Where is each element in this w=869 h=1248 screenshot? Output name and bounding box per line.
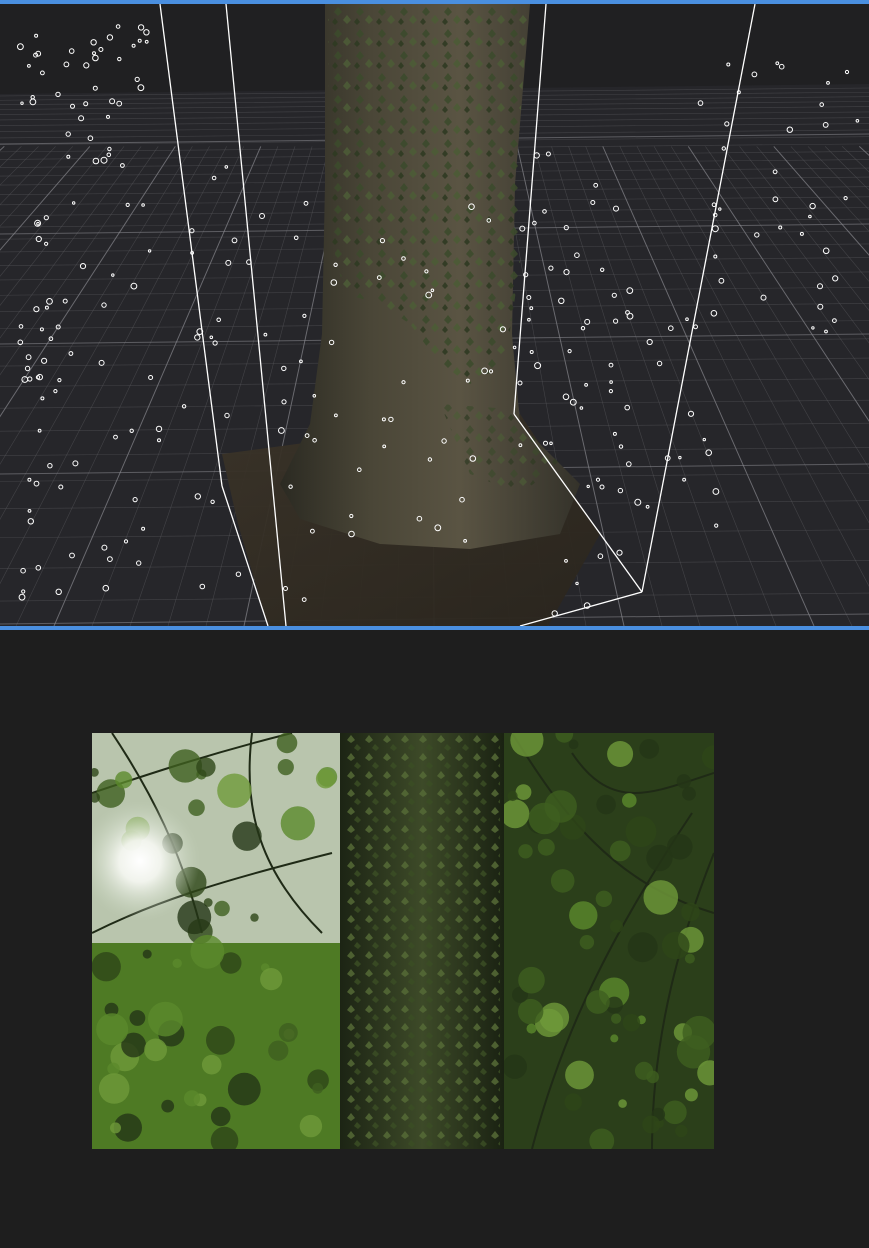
camera-marker[interactable] [131, 43, 136, 48]
camera-marker[interactable] [90, 39, 97, 46]
camera-marker[interactable] [92, 51, 96, 56]
camera-marker[interactable] [778, 63, 785, 70]
source-photo[interactable] [92, 733, 714, 1149]
3d-viewport[interactable] [0, 0, 869, 630]
camera-marker[interactable] [34, 33, 39, 38]
camera-marker[interactable] [751, 71, 758, 78]
camera-marker[interactable] [92, 54, 99, 62]
camera-marker[interactable] [826, 81, 830, 85]
camera-marker[interactable] [92, 85, 98, 91]
camera-marker[interactable] [137, 38, 142, 43]
camera-marker[interactable] [143, 29, 150, 36]
camera-marker[interactable] [134, 76, 140, 83]
camera-marker[interactable] [83, 62, 90, 69]
camera-marker[interactable] [117, 56, 122, 62]
camera-marker[interactable] [137, 24, 145, 31]
camera-marker[interactable] [40, 70, 45, 76]
ivy-leaves [344, 733, 500, 1149]
camera-marker[interactable] [106, 34, 114, 41]
camera-marker[interactable] [68, 48, 75, 54]
camera-marker[interactable] [115, 24, 121, 29]
camera-marker[interactable] [144, 39, 149, 44]
scene-canvas[interactable] [0, 4, 869, 626]
photo-canvas [92, 733, 714, 1149]
camera-marker[interactable] [17, 43, 24, 51]
image-preview-panel [0, 630, 869, 1248]
camera-marker[interactable] [98, 47, 104, 52]
camera-marker[interactable] [844, 69, 850, 75]
camera-marker[interactable] [63, 61, 70, 68]
camera-marker[interactable] [137, 84, 145, 92]
camera-marker[interactable] [775, 61, 780, 66]
camera-marker[interactable] [27, 64, 31, 68]
camera-marker[interactable] [726, 62, 731, 67]
